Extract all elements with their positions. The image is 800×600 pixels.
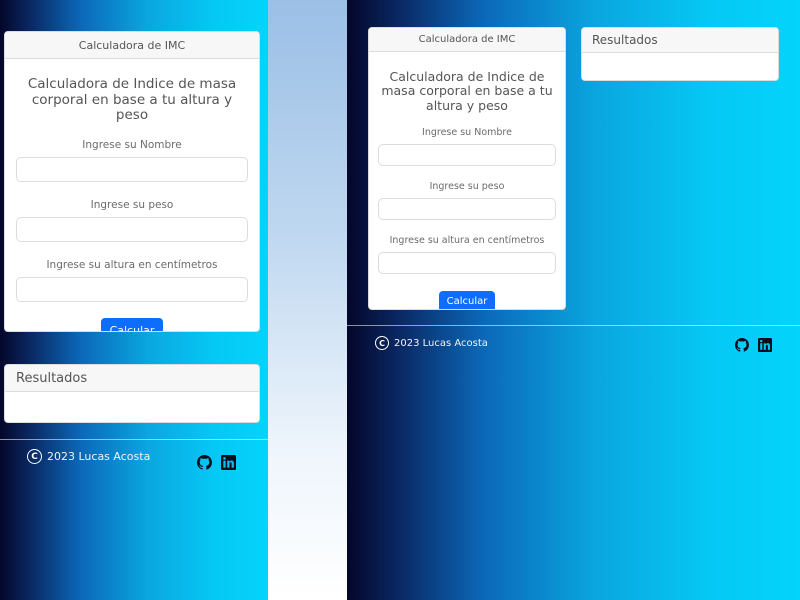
form-card-body: Calculadora de Indice de masa corporal e…: [369, 52, 565, 309]
weight-label: Ingrese su peso: [90, 198, 174, 211]
results-card: Resultados: [581, 27, 779, 81]
footer-text: 2023 Lucas Acosta: [47, 450, 151, 463]
height-label: Ingrese su altura en centímetros: [46, 258, 218, 271]
github-icon[interactable]: [735, 338, 749, 352]
name-label: Ingrese su Nombre: [422, 127, 512, 139]
footer-text: 2023 Lucas Acosta: [394, 337, 488, 349]
form-card-body: Calculadora de Indice de masa corporal e…: [5, 59, 259, 331]
weight-label: Ingrese su peso: [429, 181, 505, 193]
footer-copyright: C 2023 Lucas Acosta: [27, 449, 150, 464]
copyright-icon: C: [375, 336, 389, 350]
name-input[interactable]: [16, 156, 248, 182]
height-label: Ingrese su altura en centímetros: [389, 235, 545, 247]
imc-form-card: Calculadora de IMC Calculadora de Indice…: [4, 31, 260, 332]
height-input[interactable]: [16, 276, 248, 302]
footer-divider: [347, 325, 800, 326]
footer-divider: [0, 439, 268, 440]
results-card: Resultados: [4, 364, 260, 423]
results-header: Resultados: [5, 365, 259, 392]
github-icon[interactable]: [197, 455, 212, 470]
weight-input[interactable]: [378, 198, 556, 221]
form-card-header: Calculadora de IMC: [5, 32, 259, 59]
social-links: [197, 455, 245, 470]
imc-form-card: Calculadora de IMC Calculadora de Indice…: [368, 27, 566, 310]
calculate-button[interactable]: Calcular: [100, 317, 164, 331]
linkedin-icon[interactable]: [758, 338, 772, 352]
form-heading: Calculadora de Indice de masa corporal e…: [381, 69, 553, 113]
copyright-icon: C: [27, 449, 42, 464]
results-header: Resultados: [582, 28, 778, 53]
linkedin-icon[interactable]: [221, 455, 236, 470]
form-heading: Calculadora de Indice de masa corporal e…: [27, 76, 237, 124]
footer-copyright: C 2023 Lucas Acosta: [375, 336, 488, 350]
background-gap: [268, 0, 347, 600]
height-input[interactable]: [378, 252, 556, 275]
name-label: Ingrese su Nombre: [82, 138, 182, 151]
calculate-button[interactable]: Calcular: [438, 291, 496, 309]
desktop-view-panel: Calculadora de IMC Calculadora de Indice…: [347, 0, 800, 600]
form-card-header: Calculadora de IMC: [369, 28, 565, 52]
social-links: [735, 338, 781, 352]
mobile-view-panel: Calculadora de IMC Calculadora de Indice…: [0, 0, 268, 600]
weight-input[interactable]: [16, 216, 248, 242]
name-input[interactable]: [378, 144, 556, 167]
